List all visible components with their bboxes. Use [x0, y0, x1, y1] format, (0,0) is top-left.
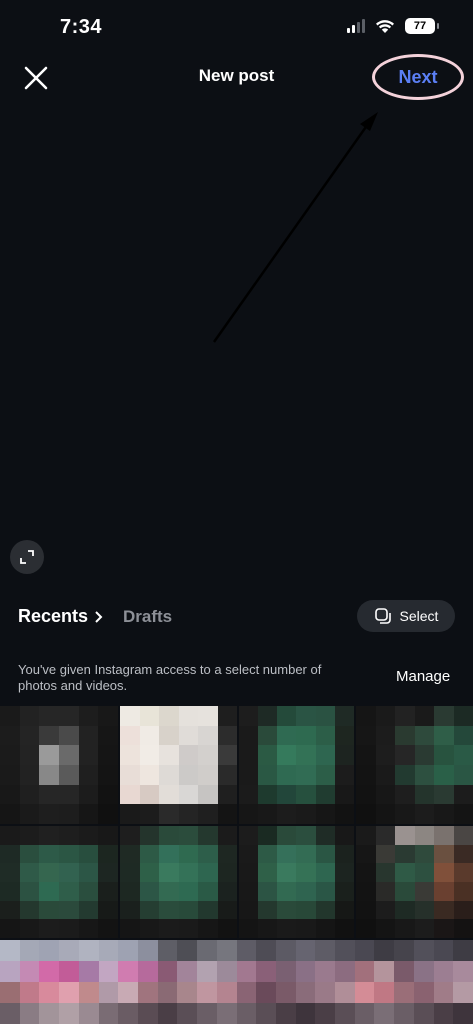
post-header: New post Next	[0, 54, 473, 100]
photo-thumbnail[interactable]	[120, 826, 237, 938]
drafts-tab[interactable]: Drafts	[123, 607, 172, 627]
status-time: 7:34	[60, 16, 103, 38]
status-bar: 7:34 77	[0, 0, 473, 56]
photo-thumbnail[interactable]	[0, 706, 118, 824]
manage-button[interactable]: Manage	[396, 668, 450, 685]
wifi-icon	[376, 19, 394, 33]
battery-icon: 77	[405, 18, 439, 34]
photo-thumbnail[interactable]	[0, 826, 118, 938]
next-button[interactable]: Next	[372, 54, 464, 100]
recents-dropdown[interactable]: Recents	[18, 606, 104, 627]
chevron-right-icon	[95, 610, 103, 623]
status-icons: 77	[347, 18, 439, 34]
select-button[interactable]: Select	[357, 600, 455, 632]
photo-grid	[0, 706, 473, 1024]
access-notice: You've given Instagram access to a selec…	[18, 662, 322, 693]
photo-thumbnail[interactable]	[0, 940, 473, 1024]
photo-thumbnail[interactable]	[239, 826, 354, 938]
signal-icon	[347, 19, 365, 33]
gallery-bar: Recents Drafts Select	[0, 598, 473, 638]
photo-thumbnail[interactable]	[239, 706, 354, 824]
next-button-label: Next	[398, 66, 438, 87]
select-button-label: Select	[399, 608, 439, 624]
expand-icon	[20, 550, 34, 564]
photo-thumbnail[interactable]	[356, 706, 473, 824]
recents-label: Recents	[18, 606, 89, 626]
photo-preview[interactable]	[40, 110, 423, 586]
photo-thumbnail[interactable]	[356, 826, 473, 938]
multi-select-icon	[374, 608, 391, 624]
expand-button[interactable]	[10, 540, 44, 574]
photo-thumbnail[interactable]	[120, 706, 237, 824]
